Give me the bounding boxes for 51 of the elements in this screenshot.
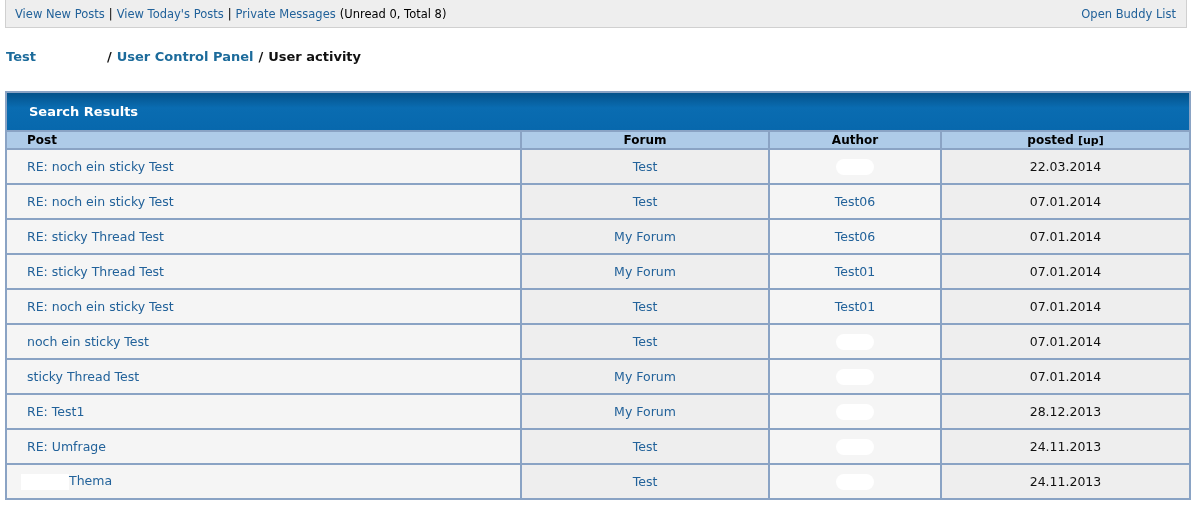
panel-title: Search Results	[6, 92, 1190, 131]
forum-link[interactable]: My Forum	[614, 264, 676, 279]
date-cell: 07.01.2014	[941, 219, 1190, 254]
forum-link[interactable]: Test	[632, 159, 658, 174]
breadcrumb-separator: /	[258, 49, 264, 64]
post-link[interactable]: Thema	[69, 473, 113, 489]
breadcrumb-separator: /	[106, 49, 112, 64]
message-count: (Unread 0, Total 8)	[339, 7, 447, 21]
breadcrumb-link[interactable]: Test	[6, 49, 36, 64]
post-link[interactable]: RE: noch ein sticky Test	[27, 159, 174, 174]
forum-link[interactable]: My Forum	[614, 369, 676, 384]
buddy-list-link[interactable]: Open Buddy List	[1081, 7, 1176, 21]
post-link[interactable]: RE: sticky Thread Test	[27, 264, 164, 279]
post-link[interactable]: RE: Umfrage	[27, 439, 106, 454]
date-cell: 07.01.2014	[941, 254, 1190, 289]
column-header: Author	[769, 131, 941, 149]
forum-link[interactable]: My Forum	[614, 404, 676, 419]
nav-link[interactable]: Private Messages	[235, 7, 336, 21]
breadcrumb-current: User activity	[268, 49, 362, 64]
post-link[interactable]: noch ein sticky Test	[27, 334, 149, 349]
separator: |	[227, 7, 232, 21]
forum-link[interactable]: My Forum	[614, 229, 676, 244]
forum-link[interactable]: Test	[632, 439, 658, 454]
date-cell: 24.11.2013	[941, 464, 1190, 499]
forum-link[interactable]: Test	[632, 299, 658, 314]
post-link[interactable]: RE: noch ein sticky Test	[27, 194, 174, 209]
post-link[interactable]: sticky Thread Test	[27, 369, 140, 384]
breadcrumb-link[interactable]: User Control Panel	[116, 49, 254, 64]
column-header[interactable]: posted [up]	[941, 131, 1190, 149]
date-cell: 24.11.2013	[941, 429, 1190, 464]
author-link[interactable]: Test01	[834, 299, 876, 314]
column-header: Post	[6, 131, 521, 149]
date-cell: 22.03.2014	[941, 149, 1190, 184]
date-cell: 07.01.2014	[941, 324, 1190, 359]
forum-link[interactable]: Test	[632, 474, 658, 489]
date-cell: 28.12.2013	[941, 394, 1190, 429]
separator: |	[108, 7, 113, 21]
forum-link[interactable]: Test	[632, 334, 658, 349]
post-link[interactable]: RE: sticky Thread Test	[27, 229, 164, 244]
date-cell: 07.01.2014	[941, 184, 1190, 219]
nav-link[interactable]: View New Posts	[15, 7, 105, 21]
author-link[interactable]: Test06	[834, 194, 876, 209]
author-link[interactable]: Test06	[834, 229, 876, 244]
post-link[interactable]: RE: Test1	[27, 404, 85, 419]
nav-link[interactable]: View Today's Posts	[116, 7, 224, 21]
date-cell: 07.01.2014	[941, 359, 1190, 394]
date-cell: 07.01.2014	[941, 289, 1190, 324]
column-header: Forum	[521, 131, 769, 149]
author-link[interactable]: Test01	[834, 264, 876, 279]
forum-link[interactable]: Test	[632, 194, 658, 209]
post-link[interactable]: RE: noch ein sticky Test	[27, 299, 174, 314]
